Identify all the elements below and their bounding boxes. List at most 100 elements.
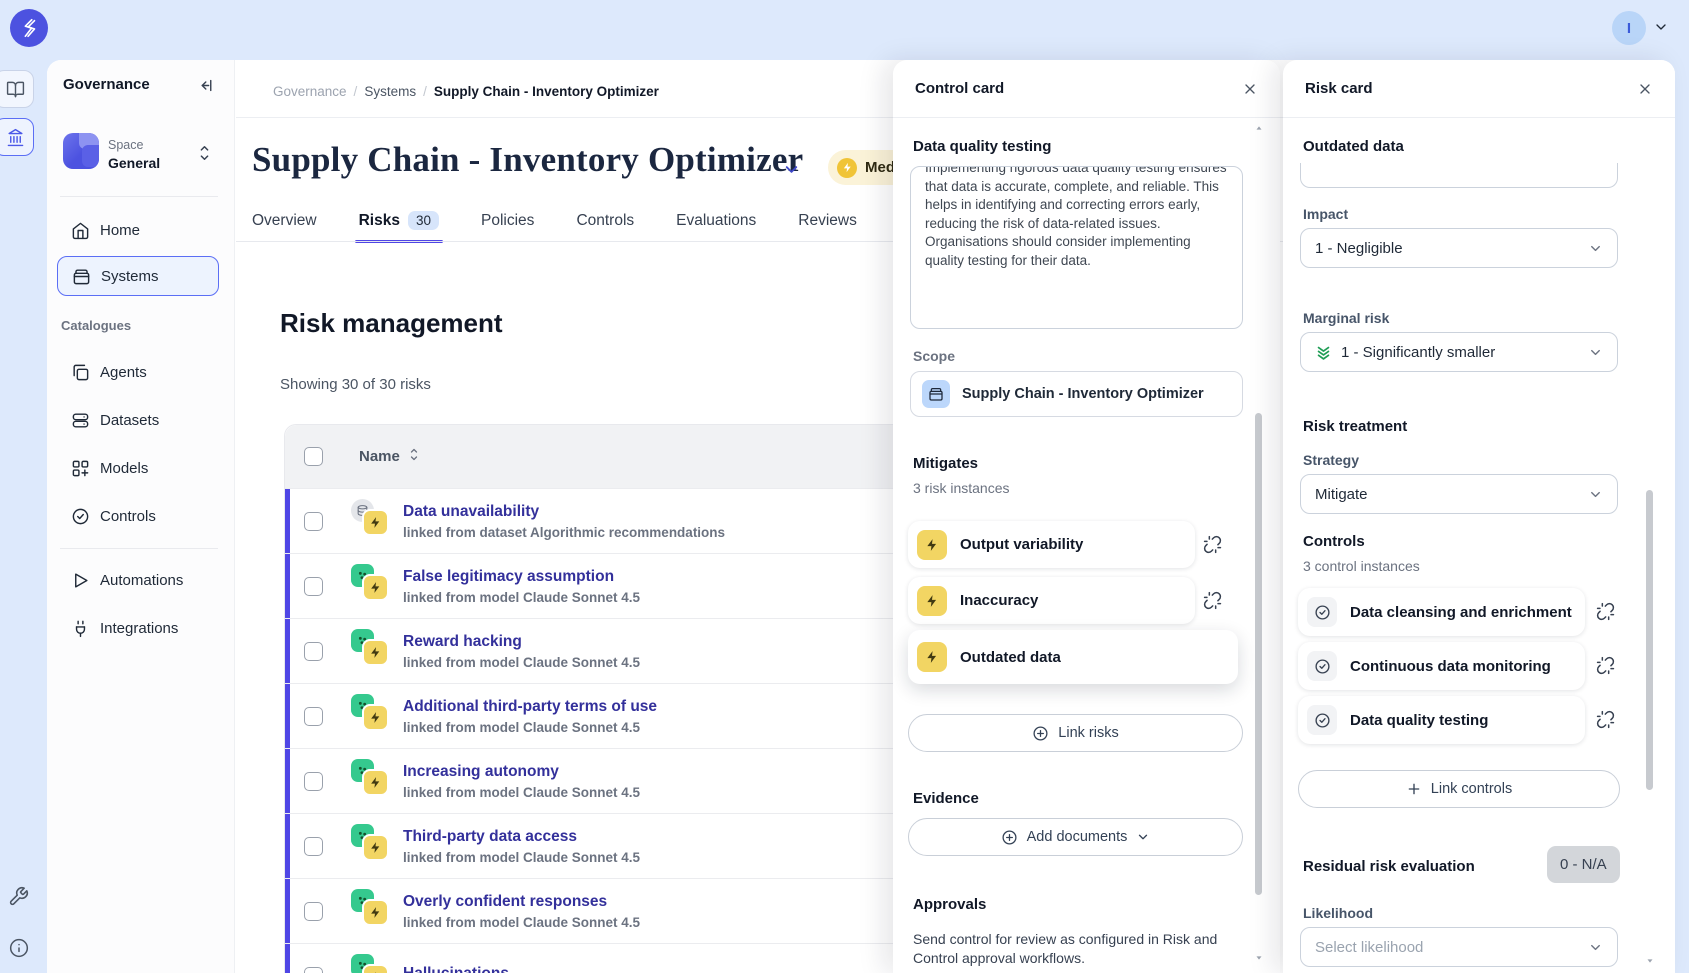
scrollbar-down-arrow[interactable]: [1254, 950, 1264, 968]
info-icon: [9, 938, 29, 958]
account-menu-chevron-icon[interactable]: [1653, 19, 1669, 40]
sidebar-item-datasets[interactable]: Datasets: [57, 400, 219, 440]
check-circle-icon: [1307, 705, 1337, 735]
scrollbar-thumb[interactable]: [1646, 490, 1653, 790]
sidebar-collapse-icon[interactable]: [198, 77, 215, 99]
risk-link[interactable]: Overly confident responses: [403, 893, 640, 911]
unlink-icon[interactable]: [1596, 710, 1615, 734]
unlink-icon[interactable]: [1203, 591, 1222, 615]
scope-item[interactable]: Supply Chain - Inventory Optimizer: [910, 371, 1243, 417]
table-row[interactable]: Third-party data access linked from mode…: [285, 813, 943, 878]
mitigated-risk-item[interactable]: Output variability: [908, 521, 1195, 568]
risk-link[interactable]: Third-party data access: [403, 828, 640, 846]
space-avatar: [63, 133, 99, 169]
mitigated-risk-item[interactable]: Inaccuracy: [908, 577, 1195, 624]
tab-policies[interactable]: Policies: [481, 198, 534, 243]
risk-lightning-icon: [917, 642, 947, 672]
tab-controls[interactable]: Controls: [576, 198, 634, 243]
sidebar-item-controls[interactable]: Controls: [57, 496, 219, 536]
space-switcher[interactable]: [197, 143, 212, 168]
risk-subtitle: linked from dataset Algorithmic recommen…: [403, 525, 725, 540]
table-row[interactable]: Data unavailability linked from dataset …: [285, 488, 943, 553]
breadcrumb-systems[interactable]: Systems: [364, 84, 416, 99]
table-row[interactable]: Additional third-party terms of use link…: [285, 683, 943, 748]
clipped-select[interactable]: [1300, 163, 1618, 188]
unlink-icon[interactable]: [1596, 602, 1615, 626]
app-logo[interactable]: [10, 9, 48, 47]
system-icon: [922, 380, 950, 408]
risk-icon-cluster: [351, 629, 401, 673]
risk-link[interactable]: False legitimacy assumption: [403, 568, 640, 586]
table-row[interactable]: False legitimacy assumption linked from …: [285, 553, 943, 618]
unlink-icon[interactable]: [1596, 656, 1615, 680]
breadcrumb-governance[interactable]: Governance: [273, 84, 347, 99]
marginal-risk-select[interactable]: 1 - Significantly smaller: [1300, 332, 1618, 372]
sidebar-item-label: Datasets: [100, 412, 159, 429]
link-risks-button[interactable]: Link risks: [908, 714, 1243, 752]
column-header-name[interactable]: Name: [359, 448, 400, 465]
unlink-icon[interactable]: [1203, 535, 1222, 559]
risk-link[interactable]: Reward hacking: [403, 633, 640, 651]
row-accent-bar: [285, 749, 290, 813]
control-description-textarea[interactable]: Implementing rigorous data quality testi…: [910, 166, 1243, 329]
tab-reviews[interactable]: Reviews: [798, 198, 857, 243]
table-row[interactable]: Overly confident responses linked from m…: [285, 878, 943, 943]
risk-card-close-icon[interactable]: [1637, 81, 1653, 97]
tab-risks[interactable]: Risks30: [359, 198, 439, 243]
row-checkbox[interactable]: [304, 512, 323, 531]
row-checkbox[interactable]: [304, 577, 323, 596]
rail-governance-button[interactable]: [0, 118, 34, 156]
chevron-down-icon: [1588, 241, 1603, 256]
scrollbar-up-arrow[interactable]: [1254, 120, 1264, 138]
scrollbar-thumb[interactable]: [1255, 413, 1262, 895]
sidebar-item-automations[interactable]: Automations: [57, 560, 219, 600]
controls-icon: [71, 507, 90, 526]
add-documents-button[interactable]: Add documents: [908, 818, 1243, 856]
risk-link[interactable]: Data unavailability: [403, 503, 725, 521]
rail-info-button[interactable]: [9, 938, 29, 963]
risk-link[interactable]: Hallucinations: [403, 965, 509, 973]
control-item[interactable]: Data cleansing and enrichment: [1298, 588, 1585, 636]
table-row[interactable]: Hallucinations: [285, 943, 943, 973]
row-checkbox[interactable]: [304, 967, 323, 973]
controls-heading: Controls: [1303, 533, 1365, 550]
tab-evaluations[interactable]: Evaluations: [676, 198, 756, 243]
row-checkbox[interactable]: [304, 642, 323, 661]
sort-icon[interactable]: [408, 447, 420, 466]
likelihood-select[interactable]: Select likelihood: [1300, 927, 1618, 967]
sidebar-section-catalogues: Catalogues: [61, 318, 131, 333]
risk-subtitle: linked from model Claude Sonnet 4.5: [403, 720, 657, 735]
sidebar-item-models[interactable]: Models: [57, 448, 219, 488]
risk-link[interactable]: Additional third-party terms of use: [403, 698, 657, 716]
risk-link[interactable]: Increasing autonomy: [403, 763, 640, 781]
row-checkbox[interactable]: [304, 837, 323, 856]
sidebar-item-integrations[interactable]: Integrations: [57, 608, 219, 648]
mitigated-risk-item-selected[interactable]: Outdated data: [908, 630, 1238, 684]
table-row[interactable]: Increasing autonomy linked from model Cl…: [285, 748, 943, 813]
title-chevron-icon[interactable]: [782, 160, 801, 184]
sidebar-item-systems[interactable]: Systems: [57, 256, 219, 296]
select-all-checkbox[interactable]: [304, 447, 323, 466]
sidebar-item-agents[interactable]: Agents: [57, 352, 219, 392]
rail-tools-button[interactable]: [8, 886, 29, 912]
risk-subtitle: linked from model Claude Sonnet 4.5: [403, 915, 640, 930]
row-checkbox[interactable]: [304, 902, 323, 921]
scrollbar-down-arrow[interactable]: [1645, 953, 1655, 971]
breadcrumb: Governance / Systems / Supply Chain - In…: [273, 84, 659, 99]
user-avatar[interactable]: I: [1612, 11, 1646, 45]
control-item[interactable]: Continuous data monitoring: [1298, 642, 1585, 690]
sidebar-item-home[interactable]: Home: [57, 210, 219, 250]
row-checkbox[interactable]: [304, 772, 323, 791]
sidebar-item-label: Controls: [100, 508, 156, 525]
row-accent-bar: [285, 554, 290, 618]
rail-knowledge-button[interactable]: [0, 70, 34, 108]
tab-overview[interactable]: Overview: [252, 198, 317, 243]
strategy-select[interactable]: Mitigate: [1300, 474, 1618, 514]
control-card-close-icon[interactable]: [1242, 81, 1258, 97]
table-row[interactable]: Reward hacking linked from model Claude …: [285, 618, 943, 683]
link-controls-button[interactable]: Link controls: [1298, 770, 1620, 808]
row-accent-bar: [285, 684, 290, 748]
impact-select[interactable]: 1 - Negligible: [1300, 228, 1618, 268]
row-checkbox[interactable]: [304, 707, 323, 726]
control-item[interactable]: Data quality testing: [1298, 696, 1585, 744]
